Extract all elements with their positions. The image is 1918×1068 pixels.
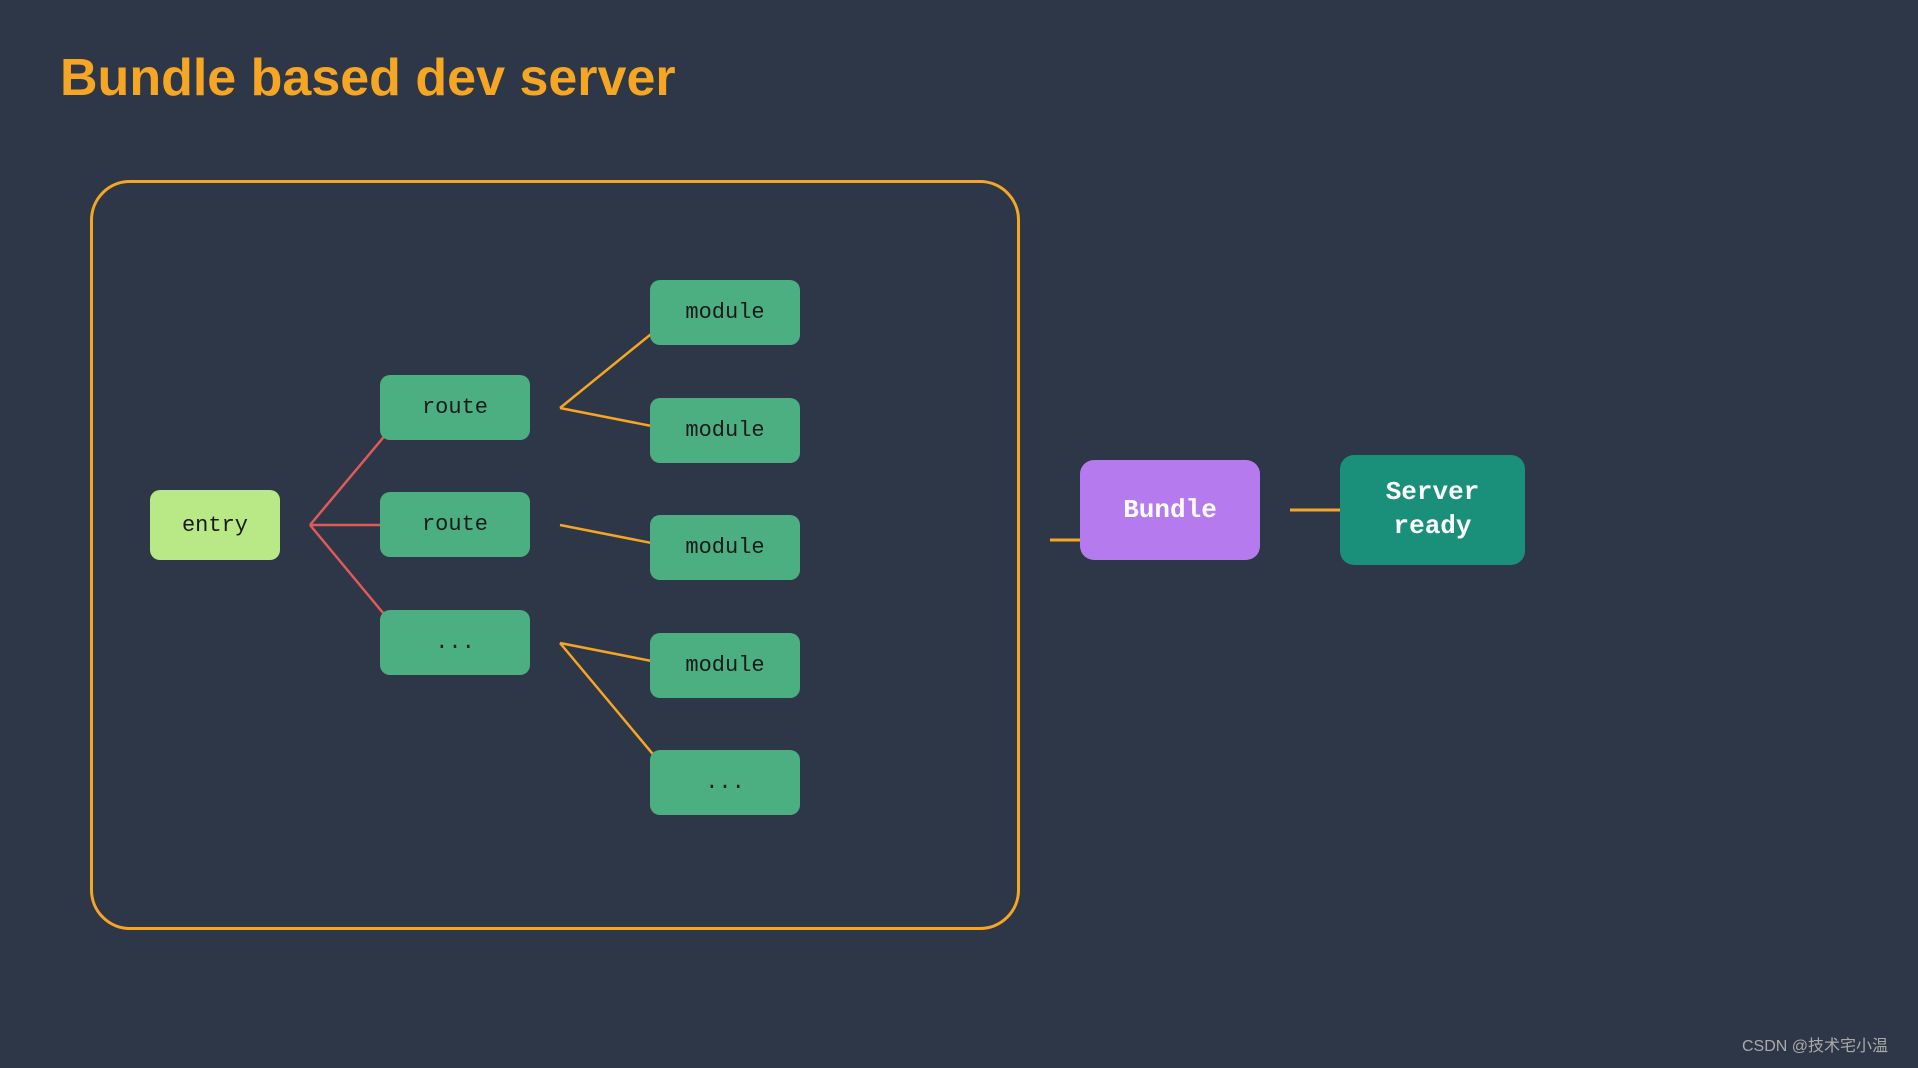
watermark: CSDN @技术宅小温 bbox=[1742, 1032, 1888, 1056]
main-container: entry route route ... module module modu… bbox=[60, 150, 1860, 1020]
node-route2: route bbox=[380, 492, 530, 557]
node-module2: module bbox=[650, 398, 800, 463]
node-module1: module bbox=[650, 280, 800, 345]
node-bundle: Bundle bbox=[1080, 460, 1260, 560]
node-module5: ... bbox=[650, 750, 800, 815]
node-entry: entry bbox=[150, 490, 280, 560]
slide-title: Bundle based dev server bbox=[60, 48, 676, 108]
node-module3: module bbox=[650, 515, 800, 580]
node-server-ready: Serverready bbox=[1340, 455, 1525, 565]
node-route1: route bbox=[380, 375, 530, 440]
node-module4: module bbox=[650, 633, 800, 698]
node-route3: ... bbox=[380, 610, 530, 675]
